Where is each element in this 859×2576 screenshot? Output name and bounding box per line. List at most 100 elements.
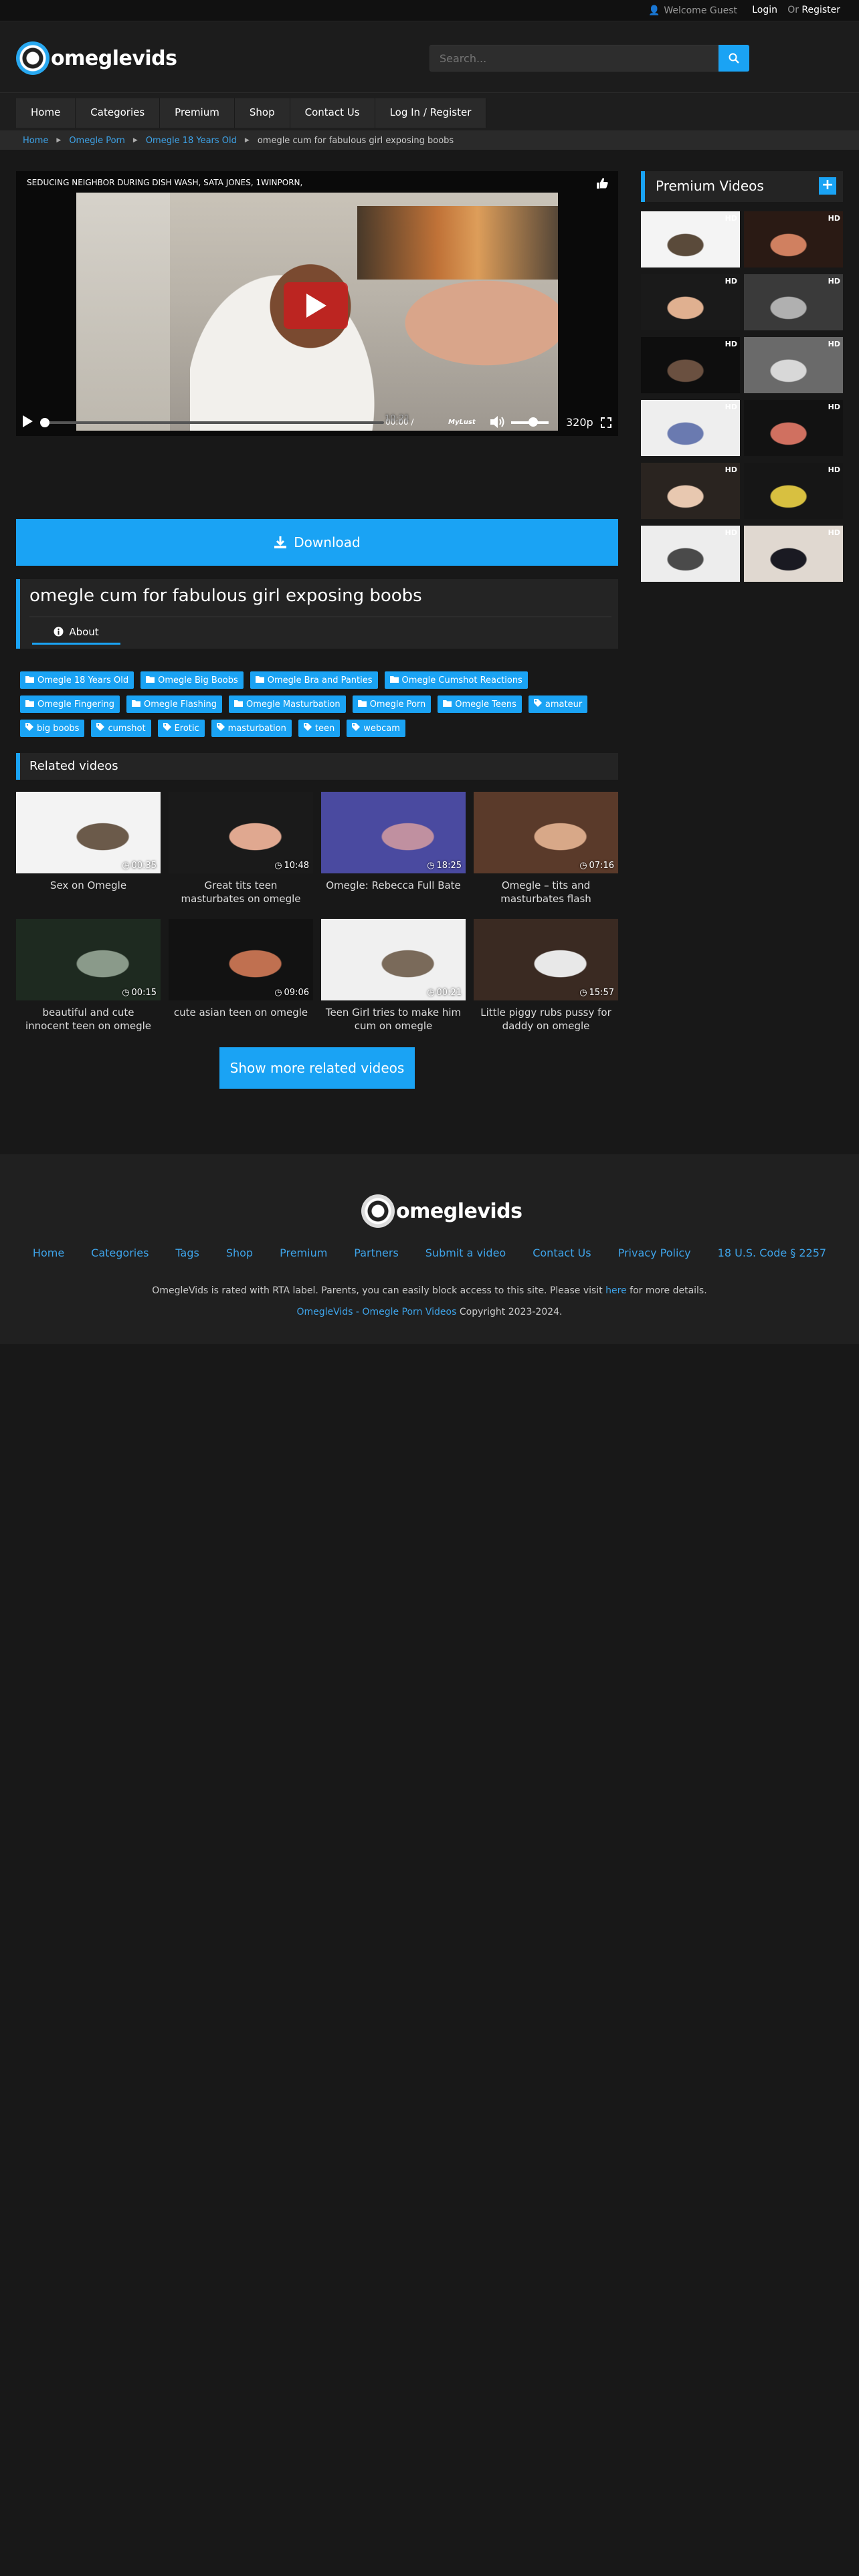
related-video-card[interactable]: ◷ 15:57 Little piggy rubs pussy for daddy … [474,919,618,1033]
premium-video-thumb[interactable]: HD [744,211,843,267]
tag-link[interactable]: Omegle Porn [352,695,432,713]
footer-link[interactable]: Contact Us [519,1247,604,1259]
tag-link[interactable]: amateur [528,695,588,713]
related-video-card[interactable]: ◷ 00:35 Sex on Omegle [16,792,161,892]
tag-link[interactable]: cumshot [91,720,151,737]
footer-link[interactable]: 18 U.S. Code § 2257 [704,1247,840,1259]
premium-video-thumb[interactable]: HD [744,274,843,330]
tag-link[interactable]: Omegle Big Boobs [140,671,244,689]
nav-item[interactable]: Contact Us [290,98,375,128]
register-link[interactable]: Register [801,5,840,15]
tab-about[interactable]: About [32,621,120,645]
video-thumbnail[interactable]: ◷ 09:06 [169,919,313,1000]
premium-videos-heading: Premium Videos + [641,171,843,202]
related-video-card[interactable]: ◷ 18:25 Omegle: Rebecca Full Bate [321,792,466,892]
breadcrumb-omegle-porn[interactable]: Omegle Porn [69,136,125,146]
video-thumbnail[interactable]: ◷ 00:21 [321,919,466,1000]
premium-plus-button[interactable]: + [819,177,836,195]
volume-knob[interactable] [529,417,538,427]
tag-link[interactable]: Erotic [157,720,205,737]
folder-icon [357,700,367,710]
footer-link[interactable]: Partners [341,1247,411,1259]
video-thumbnail[interactable]: ◷ 00:15 [16,919,161,1000]
clock-icon: ◷ [274,861,282,871]
control-play-icon[interactable] [21,415,33,431]
copyright-site-link[interactable]: OmegleVids - Omegle Porn Videos [296,1307,456,1317]
hd-badge: HD [828,277,840,286]
premium-video-thumb[interactable]: HD [744,526,843,582]
video-thumbnail[interactable]: ◷ 15:57 [474,919,618,1000]
breadcrumb-home[interactable]: Home [23,136,48,146]
premium-video-thumb[interactable]: HD [641,211,740,267]
tag-link[interactable]: Omegle Fingering [20,695,120,713]
top-bar: 👤 Welcome Guest Login Or Register [0,0,859,21]
premium-video-thumb[interactable]: HD [744,463,843,519]
nav-item[interactable]: Log In / Register [375,98,487,128]
tag-link[interactable]: Omegle Teens [438,695,522,713]
login-link[interactable]: Login [752,5,777,15]
fullscreen-icon[interactable] [601,417,611,431]
video-title[interactable]: Sex on Omegle [16,879,161,892]
premium-video-thumb[interactable]: HD [641,463,740,519]
video-title[interactable]: beautiful and cute innocent teen on omeg… [16,1006,161,1033]
show-more-related-button[interactable]: Show more related videos [219,1047,415,1089]
related-video-card[interactable]: ◷ 07:16 Omegle – tits and masturbates flas… [474,792,618,905]
tag-icon [352,723,361,734]
footer-link[interactable]: Submit a video [412,1247,519,1259]
quality-selector[interactable]: 320p [566,416,593,429]
nav-item[interactable]: Categories [76,98,161,128]
big-play-button[interactable] [284,282,348,329]
tag-link[interactable]: Omegle Bra and Panties [250,671,378,689]
footer-link[interactable]: Tags [162,1247,212,1259]
video-title[interactable]: Teen Girl tries to make him cum on omegl… [321,1006,466,1033]
premium-video-thumb[interactable]: HD [641,337,740,393]
premium-video-thumb[interactable]: HD [744,400,843,456]
tag-link[interactable]: Omegle Cumshot Reactions [384,671,528,689]
premium-video-thumb[interactable]: HD [641,274,740,330]
tag-link[interactable]: masturbation [211,720,292,737]
footer-link[interactable]: Shop [213,1247,266,1259]
breadcrumb-18-years-old[interactable]: Omegle 18 Years Old [146,136,237,146]
footer-link[interactable]: Privacy Policy [605,1247,704,1259]
search-input[interactable] [430,45,719,72]
tag-link[interactable]: Omegle Masturbation [229,695,346,713]
video-title[interactable]: Omegle: Rebecca Full Bate [321,879,466,892]
footer-link[interactable]: Premium [266,1247,341,1259]
video-thumbnail[interactable]: ◷ 10:48 [169,792,313,873]
related-video-card[interactable]: ◷ 00:21 Teen Girl tries to make him cum on… [321,919,466,1033]
nav-item[interactable]: Home [16,98,76,128]
video-title[interactable]: Omegle – tits and masturbates flash [474,879,618,905]
thumbs-up-icon[interactable] [595,177,609,193]
footer-logo[interactable]: omeglevids [361,1194,522,1228]
tag-link[interactable]: webcam [347,720,405,737]
search-button[interactable] [719,45,749,72]
video-thumbnail[interactable]: ◷ 00:35 [16,792,161,873]
video-thumbnail[interactable]: ◷ 18:25 [321,792,466,873]
progress-bar[interactable] [40,418,384,427]
site-logo[interactable]: omeglevids [16,41,177,75]
nav-item[interactable]: Premium [160,98,235,128]
footer-link[interactable]: Home [19,1247,78,1259]
video-player[interactable]: SEDUCING NEIGHBOR DURING DISH WASH, SATA… [16,171,618,436]
video-title[interactable]: Great tits teen masturbates on omegle [169,879,313,905]
clock-icon: ◷ [274,988,282,998]
tag-link[interactable]: big boobs [20,720,85,737]
rta-here-link[interactable]: here [605,1285,627,1296]
tag-link[interactable]: teen [298,720,341,737]
premium-video-thumb[interactable]: HD [641,400,740,456]
nav-item[interactable]: Shop [234,98,290,128]
tag-link[interactable]: Omegle Flashing [126,695,223,713]
volume-icon[interactable] [490,415,506,432]
progress-knob[interactable] [40,418,50,427]
premium-video-thumb[interactable]: HD [744,337,843,393]
premium-video-thumb[interactable]: HD [641,526,740,582]
related-video-card[interactable]: ◷ 00:15 beautiful and cute innocent teen o… [16,919,161,1033]
video-title[interactable]: Little piggy rubs pussy for daddy on ome… [474,1006,618,1033]
video-thumbnail[interactable]: ◷ 07:16 [474,792,618,873]
footer-link[interactable]: Categories [78,1247,162,1259]
download-button[interactable]: Download [16,519,618,566]
related-video-card[interactable]: ◷ 09:06 cute asian teen on omegle [169,919,313,1019]
video-title[interactable]: cute asian teen on omegle [169,1006,313,1019]
tag-link[interactable]: Omegle 18 Years Old [20,671,134,689]
related-video-card[interactable]: ◷ 10:48 Great tits teen masturbates on ome… [169,792,313,905]
